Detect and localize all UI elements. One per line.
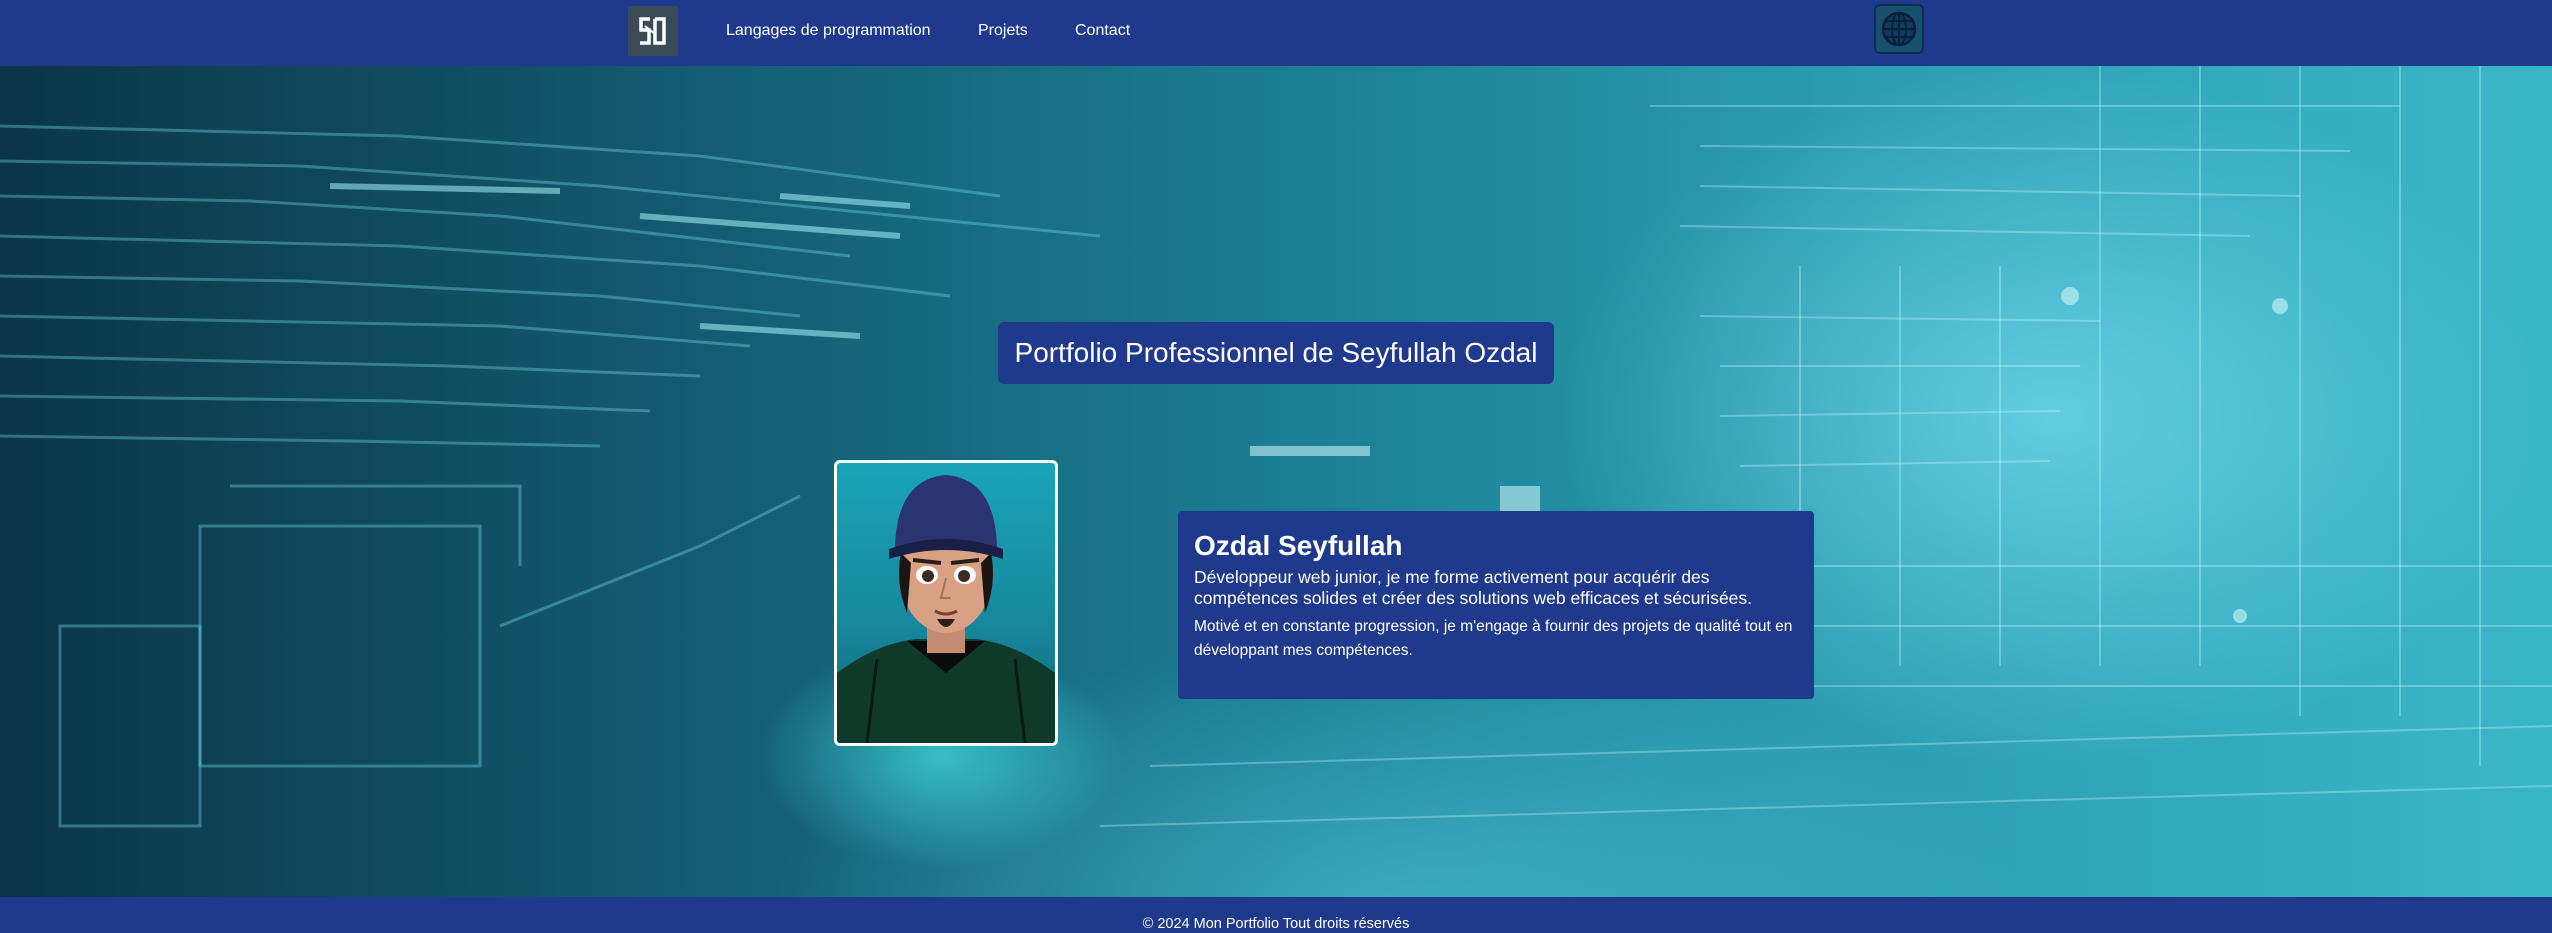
nav-link-projets[interactable]: Projets: [978, 22, 1028, 40]
logo-icon: [639, 17, 666, 45]
language-button[interactable]: [1874, 4, 1924, 54]
profile-name: Ozdal Seyfullah: [1194, 530, 1403, 561]
circuit-background-image: [0, 66, 2552, 828]
avatar-image: [837, 475, 1055, 743]
profile-card: Ozdal Seyfullah Développeur web junior, …: [1178, 511, 1814, 699]
globe-icon: [1881, 11, 1917, 47]
footer: © 2024 Mon Portfolio Tout droits réservé…: [0, 897, 2552, 933]
nav-link-langages[interactable]: Langages de programmation: [726, 22, 931, 40]
page-title: Portfolio Professionnel de Seyfullah Ozd…: [998, 322, 1554, 384]
profile-description: Développeur web junior, je me forme acti…: [1194, 567, 1753, 608]
logo[interactable]: [628, 6, 678, 56]
hero-section: Portfolio Professionnel de Seyfullah Ozd…: [0, 66, 2552, 897]
profile-motivation: Motivé et en constante progression, je m…: [1194, 618, 1793, 659]
avatar: [834, 460, 1058, 746]
nav-link-contact[interactable]: Contact: [1075, 22, 1130, 40]
footer-copyright: © 2024 Mon Portfolio Tout droits réservé…: [1142, 916, 1410, 932]
navbar: Langages de programmation Projets Contac…: [0, 0, 2552, 66]
